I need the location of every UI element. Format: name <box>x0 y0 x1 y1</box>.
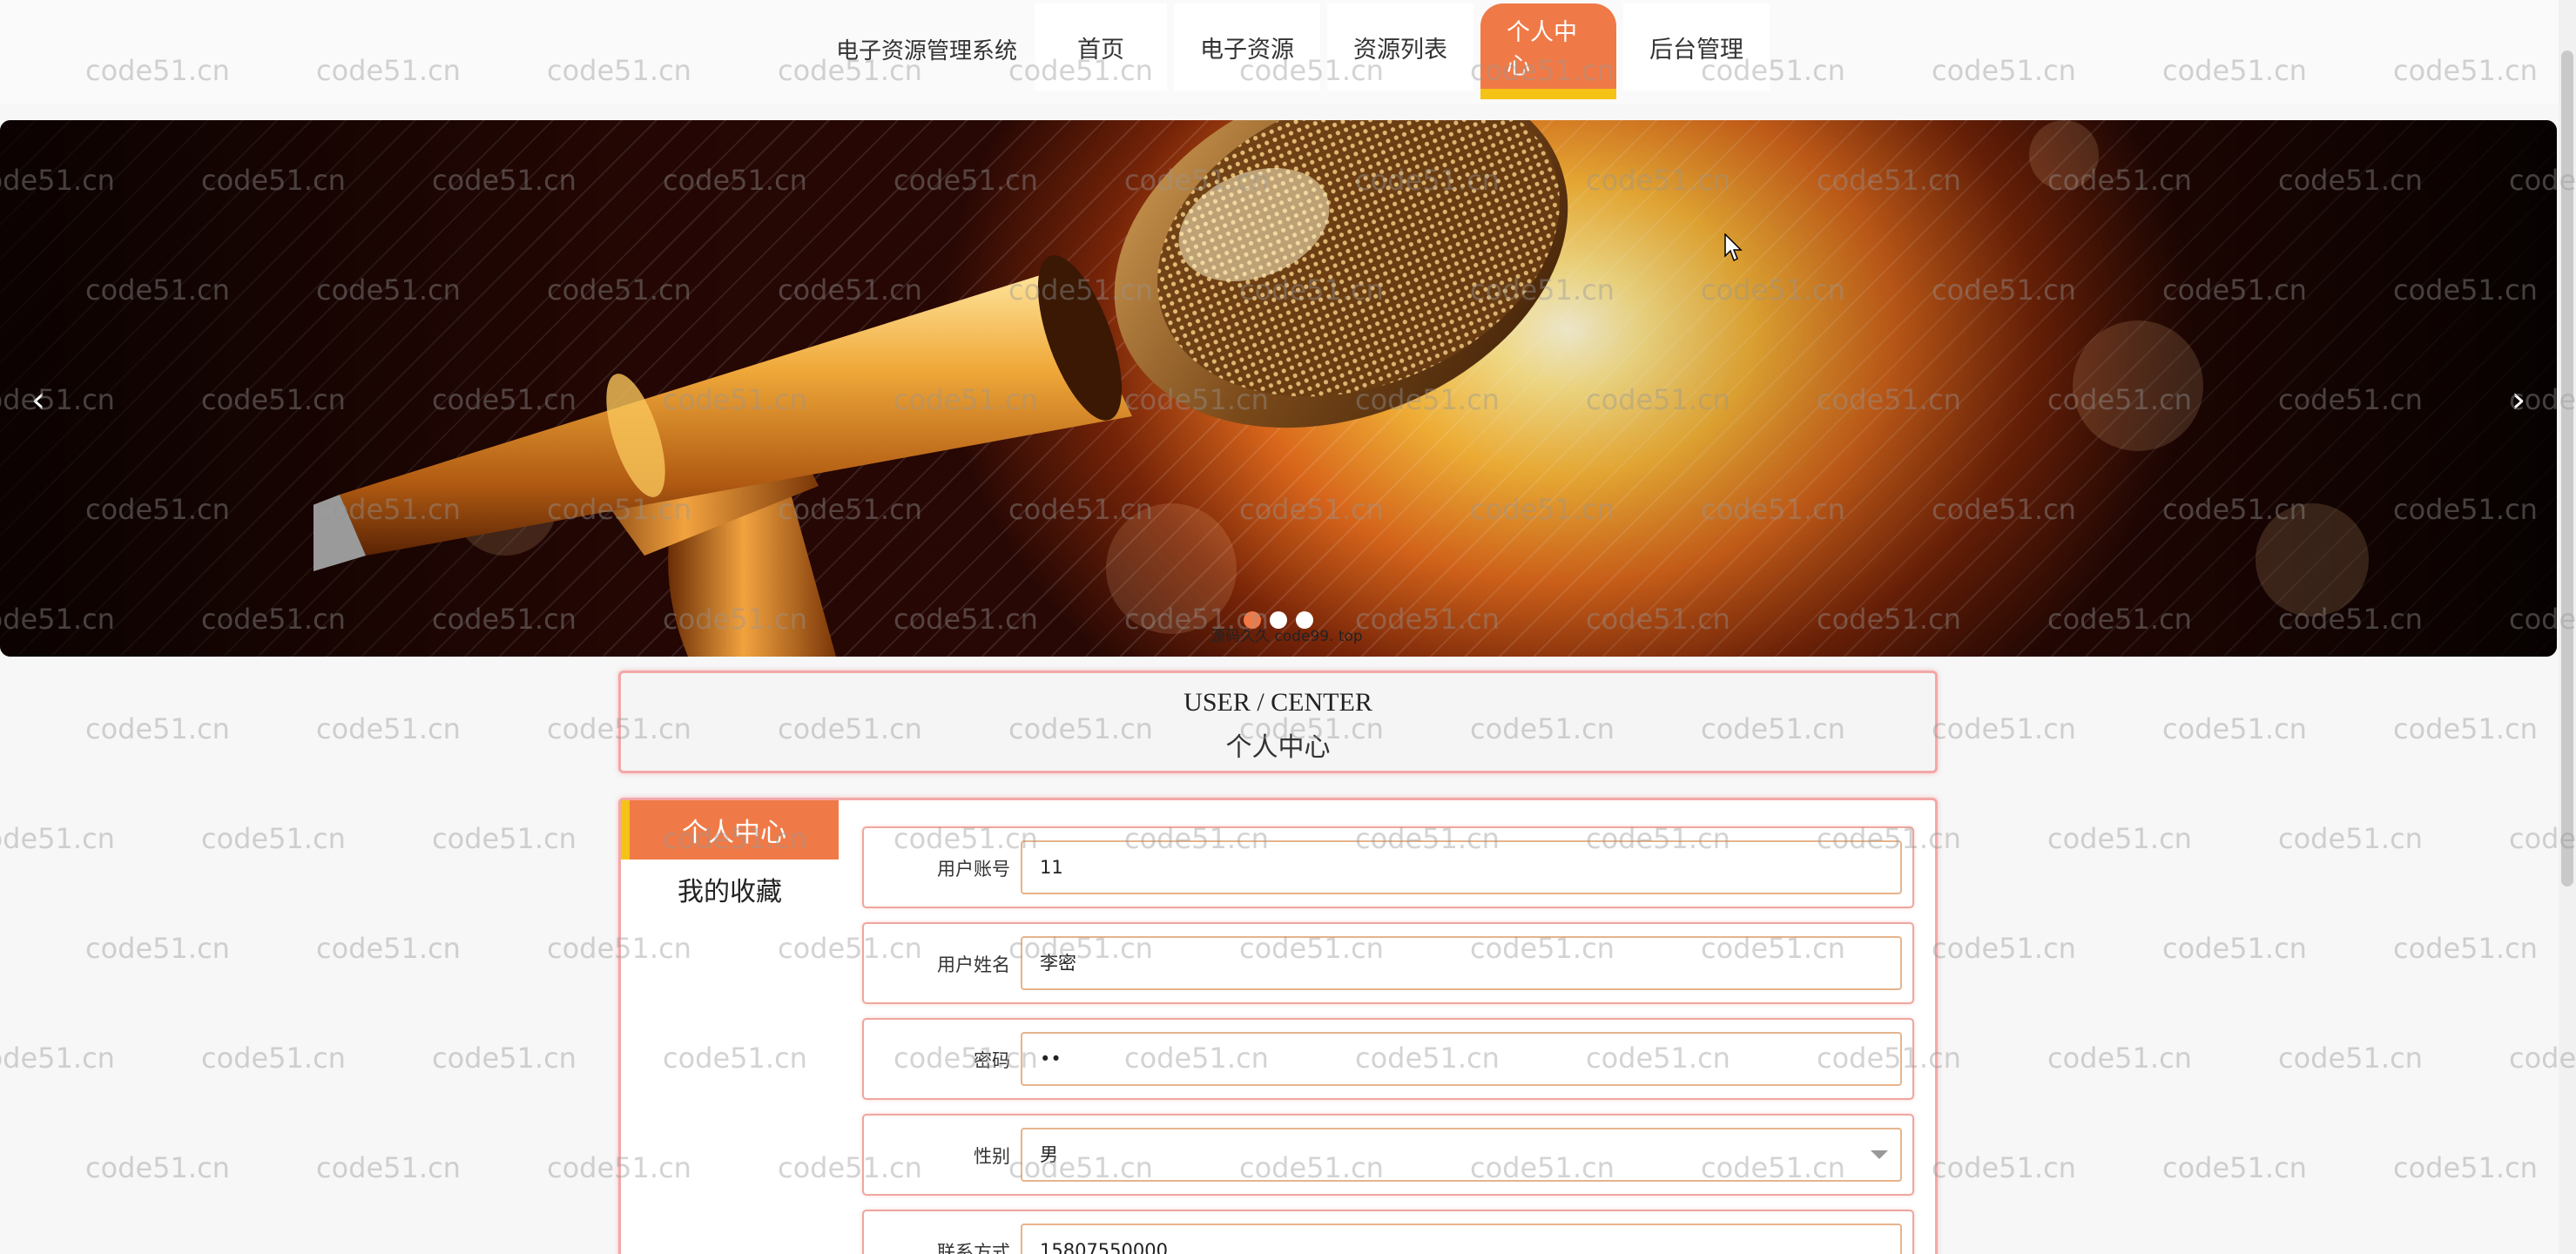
password-input[interactable]: •• <box>1021 1032 1902 1086</box>
watermark-text: code51.cn <box>2393 712 2538 745</box>
page-title-box: USER / CENTER 个人中心 <box>618 671 1938 773</box>
watermark-text: code51.cn <box>0 1042 115 1075</box>
form-row-gender: 性别 男 <box>862 1114 1914 1196</box>
mouse-cursor-icon <box>1724 233 1743 262</box>
gender-select[interactable]: 男 <box>1021 1128 1902 1182</box>
watermark-text: code51.cn <box>85 932 230 965</box>
form-row-phone: 联系方式 15807550000 <box>862 1210 1914 1254</box>
watermark-text: code51.cn <box>1932 712 2076 745</box>
watermark-text: code51.cn <box>2278 1042 2423 1075</box>
gender-select-value: 男 <box>1040 1144 1058 1165</box>
watermark-text: code51.cn <box>316 712 461 745</box>
banner-carousel: ‹ › <box>0 120 2557 657</box>
side-menu: 个人中心 我的收藏 <box>621 800 839 919</box>
nav-item-user-center[interactable]: 个人中心 <box>1480 3 1616 99</box>
nav-item-resource-list[interactable]: 资源列表 <box>1327 3 1473 91</box>
bokeh-light <box>2073 320 2203 451</box>
watermark-text: code51.cn <box>201 1042 346 1075</box>
watermark-text: code51.cn <box>2393 1151 2538 1184</box>
chevron-down-icon <box>1871 1150 1888 1159</box>
name-label: 用户姓名 <box>937 954 1010 975</box>
phone-label: 联系方式 <box>937 1242 1010 1254</box>
top-header: 电子资源管理系统 首页 电子资源 资源列表 个人中心 后台管理 <box>0 0 2576 104</box>
watermark-text: code51.cn <box>2162 932 2307 965</box>
watermark-text: code51.cn <box>201 822 346 855</box>
password-label: 密码 <box>974 1050 1010 1071</box>
side-menu-item-favorites[interactable]: 我的收藏 <box>621 860 839 919</box>
watermark-text: code51.cn <box>2162 1151 2307 1184</box>
scrollbar-thumb[interactable] <box>2561 51 2573 887</box>
form-row-password: 密码 •• <box>862 1018 1914 1100</box>
watermark-text: code51.cn <box>2047 1042 2192 1075</box>
watermark-text: code51.cn <box>85 1151 230 1184</box>
page-title-en: USER / CENTER <box>1183 688 1372 717</box>
nav-item-admin[interactable]: 后台管理 <box>1623 3 1770 91</box>
watermark-text: code51.cn <box>2047 822 2192 855</box>
nav-item-home[interactable]: 首页 <box>1035 3 1167 91</box>
profile-form: 用户账号 11 用户姓名 李密 密码 •• 性别 男 联系方式 15807550… <box>862 826 1914 1254</box>
page-scrollbar[interactable] <box>2559 0 2576 1254</box>
name-input[interactable]: 李密 <box>1021 936 1902 990</box>
user-center-panel: 个人中心 我的收藏 用户账号 11 用户姓名 李密 密码 •• 性别 男 联系方… <box>618 798 1938 1254</box>
bokeh-light <box>2029 120 2099 190</box>
microphone-image <box>314 120 1568 657</box>
watermark-text: code51.cn <box>2393 932 2538 965</box>
watermark-text: code51.cn <box>1932 1151 2076 1184</box>
site-title: 电子资源管理系统 <box>836 38 1018 64</box>
watermark-text: code51.cn <box>2162 712 2307 745</box>
watermark-text: code51.cn <box>432 822 577 855</box>
account-input[interactable]: 11 <box>1021 840 1902 894</box>
carousel-next-icon[interactable]: › <box>2492 373 2545 425</box>
watermark-text: code51.cn <box>85 712 230 745</box>
watermark-text: code51.cn <box>2278 822 2423 855</box>
watermark-text: code51.cn <box>432 1042 577 1075</box>
banner-caption: 源码久久 code99. top <box>1210 628 1363 645</box>
phone-input[interactable]: 15807550000 <box>1021 1224 1902 1254</box>
watermark-text: code51.cn <box>1932 932 2076 965</box>
main-nav: 首页 电子资源 资源列表 个人中心 后台管理 <box>1035 0 1777 100</box>
nav-item-e-resources[interactable]: 电子资源 <box>1174 3 1320 91</box>
side-menu-item-user-center[interactable]: 个人中心 <box>621 800 839 860</box>
account-label: 用户账号 <box>937 859 1010 880</box>
gender-label: 性别 <box>974 1146 1010 1167</box>
form-row-name: 用户姓名 李密 <box>862 922 1914 1004</box>
watermark-text: code51.cn <box>316 1151 461 1184</box>
watermark-text: code51.cn <box>316 932 461 965</box>
page-title-cn: 个人中心 <box>1225 732 1331 763</box>
bokeh-light <box>2256 503 2369 617</box>
carousel-prev-icon[interactable]: ‹ <box>12 373 64 425</box>
watermark-text: code51.cn <box>0 822 115 855</box>
form-row-account: 用户账号 11 <box>862 826 1914 908</box>
